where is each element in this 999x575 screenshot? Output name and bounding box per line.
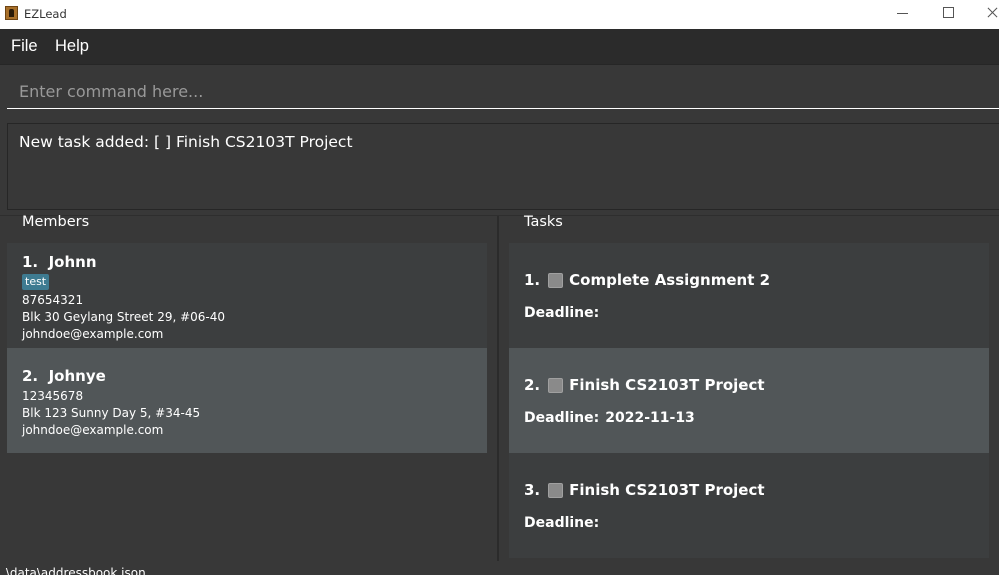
save-location: .\data\addressbook.json <box>2 566 146 575</box>
task-checkbox[interactable] <box>548 482 564 498</box>
task-card[interactable]: 1. Complete Assignment 2 Deadline: <box>509 243 989 348</box>
task-name: Complete Assignment 2 <box>569 271 771 289</box>
member-address: Blk 123 Sunny Day 5, #34-45 <box>22 406 201 420</box>
task-checkbox[interactable] <box>548 272 564 288</box>
window-title: EZLead <box>24 7 67 21</box>
task-index: 2. <box>524 376 541 394</box>
task-deadline: Deadline: <box>524 515 600 531</box>
member-card[interactable]: 1. Johnn test 87654321 Blk 30 Geylang St… <box>7 243 487 348</box>
close-icon[interactable] <box>978 4 999 22</box>
members-panel-title: Members <box>22 214 90 230</box>
minimize-icon[interactable] <box>889 4 917 22</box>
app-window: EZLead File Help New task added: [ ] Fin… <box>0 0 999 575</box>
menu-bar: File Help <box>0 29 999 65</box>
command-box <box>0 65 999 116</box>
tasks-list: 1. Complete Assignment 2 Deadline: 2. Fi… <box>509 243 989 560</box>
panel-divider[interactable] <box>497 216 499 575</box>
member-email: johndoe@example.com <box>22 327 164 341</box>
command-input[interactable] <box>7 75 999 109</box>
task-deadline: Deadline: 2022-11-13 <box>524 410 695 426</box>
member-phone: 87654321 <box>22 293 84 307</box>
task-card[interactable]: 2. Finish CS2103T Project Deadline: 2022-… <box>509 348 989 453</box>
maximize-icon[interactable] <box>934 4 962 22</box>
menu-help[interactable]: Help <box>55 37 89 56</box>
app-logo-icon <box>5 6 18 20</box>
panel-divider-horizontal <box>0 215 999 216</box>
task-card[interactable]: 3. Finish CS2103T Project Deadline: <box>509 453 989 558</box>
member-name: 1. Johnn <box>22 253 97 271</box>
member-tag: test <box>22 274 50 290</box>
task-name: Finish CS2103T Project <box>569 481 765 499</box>
task-title-row: 3. Finish CS2103T Project <box>524 481 765 499</box>
menu-file[interactable]: File <box>11 37 38 56</box>
task-name: Finish CS2103T Project <box>569 376 765 394</box>
members-list: 1. Johnn test 87654321 Blk 30 Geylang St… <box>7 243 487 563</box>
result-display: New task added: [ ] Finish CS2103T Proje… <box>7 123 999 210</box>
task-title-row: 2. Finish CS2103T Project <box>524 376 765 394</box>
member-email: johndoe@example.com <box>22 423 164 437</box>
member-card[interactable]: 2. Johnye 12345678 Blk 123 Sunny Day 5, … <box>7 348 487 453</box>
task-checkbox[interactable] <box>548 377 564 393</box>
task-title-row: 1. Complete Assignment 2 <box>524 271 770 289</box>
task-index: 1. <box>524 271 541 289</box>
member-address: Blk 30 Geylang Street 29, #06-40 <box>22 310 226 324</box>
member-phone: 12345678 <box>22 389 84 403</box>
task-deadline: Deadline: <box>524 305 600 321</box>
member-name: 2. Johnye <box>22 367 106 385</box>
status-bar: .\data\addressbook.json <box>0 561 999 575</box>
title-bar: EZLead <box>0 0 999 29</box>
task-index: 3. <box>524 481 541 499</box>
tasks-panel-title: Tasks <box>524 214 563 230</box>
